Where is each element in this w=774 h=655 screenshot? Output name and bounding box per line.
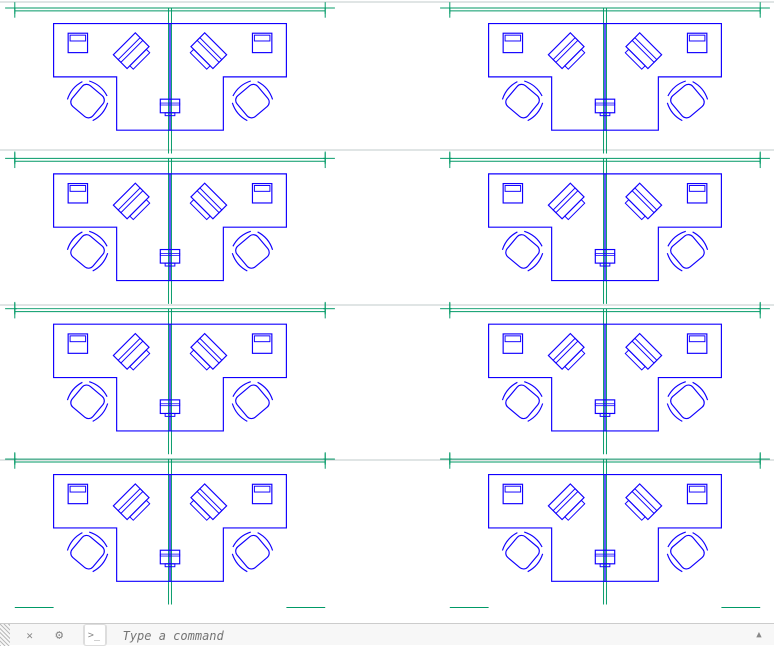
grip-handle[interactable] bbox=[0, 624, 10, 646]
settings-icon[interactable]: ⚙ bbox=[49, 624, 69, 646]
command-prompt-icon: >_ bbox=[83, 624, 107, 646]
drawing-viewport[interactable] bbox=[0, 0, 774, 620]
command-bar: ✕ ⚙ >_ ▲ bbox=[0, 623, 774, 645]
expand-history-icon[interactable]: ▲ bbox=[750, 624, 768, 646]
command-input[interactable] bbox=[117, 624, 685, 648]
close-icon[interactable]: ✕ bbox=[20, 624, 40, 646]
